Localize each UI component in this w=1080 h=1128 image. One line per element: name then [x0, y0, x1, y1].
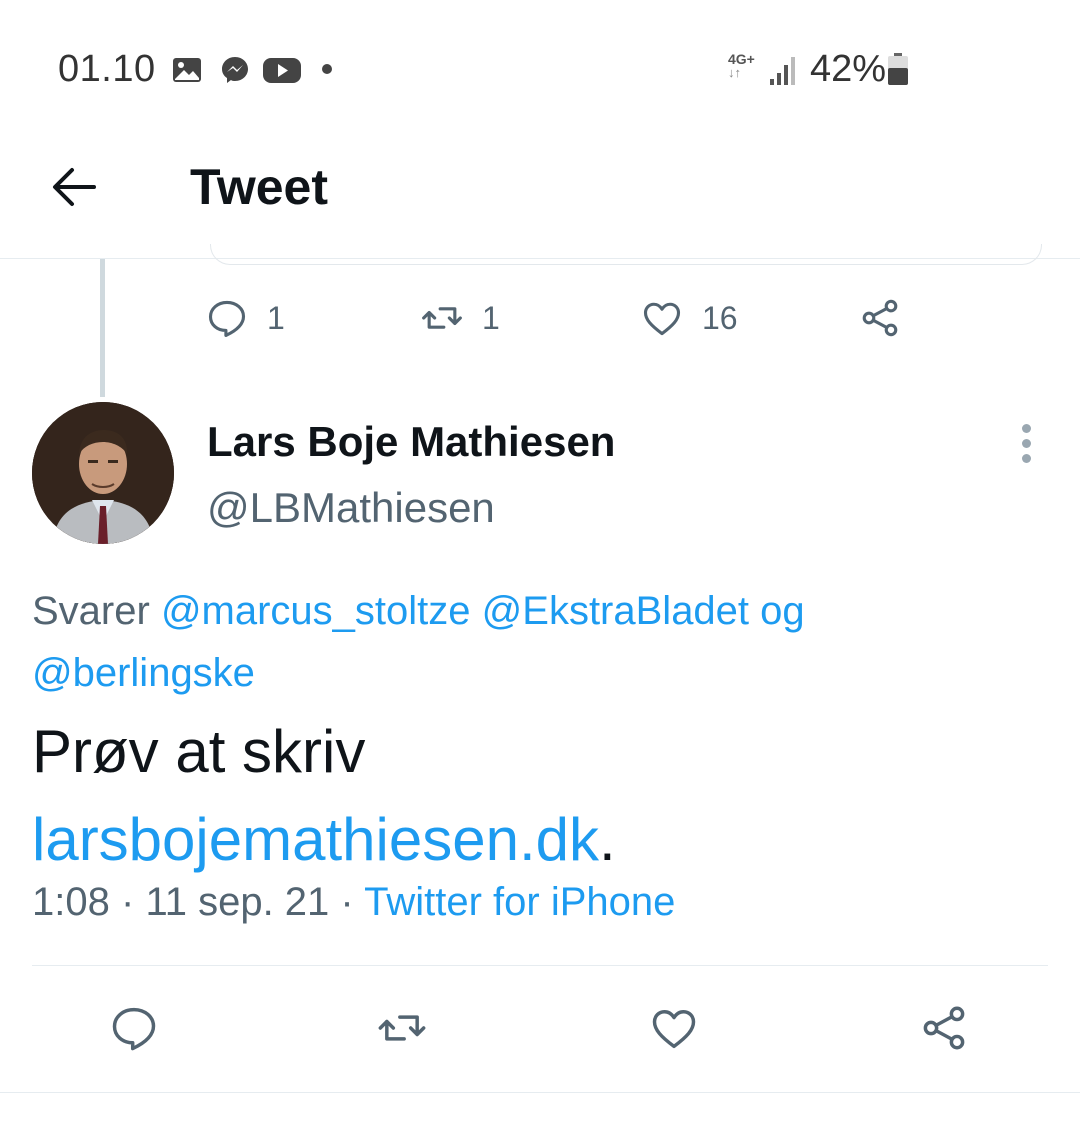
reply-prefix: Svarer: [32, 589, 150, 633]
data-arrows-icon: ↓↑: [728, 65, 741, 80]
battery-percent: 42%: [810, 48, 887, 90]
retweet-count: 1: [482, 299, 500, 336]
tweet-time[interactable]: 1:08: [32, 880, 110, 924]
share-icon[interactable]: [918, 1002, 970, 1054]
network-indicator: 4G+ ↓↑: [728, 52, 755, 80]
notification-dot: [322, 64, 332, 74]
heart-icon[interactable]: [648, 1002, 700, 1054]
quoted-card-edge: [210, 244, 1042, 265]
tweet-link[interactable]: larsbojemathiesen.dk: [32, 806, 599, 873]
reply-action[interactable]: 1: [205, 296, 285, 340]
meta-separator: ·: [340, 880, 354, 924]
tweet-text-suffix: .: [598, 806, 616, 873]
heart-icon: [643, 302, 681, 336]
tweet-source[interactable]: Twitter for iPhone: [364, 880, 675, 924]
arrow-left-icon[interactable]: [50, 164, 96, 210]
battery-icon: [888, 53, 908, 85]
reply-count: 1: [267, 299, 285, 336]
more-options-icon[interactable]: [1018, 424, 1034, 464]
share-icon: [862, 299, 898, 337]
thread-connector: [100, 259, 105, 397]
meta-separator: ·: [120, 880, 135, 924]
messenger-icon: [222, 57, 248, 83]
meta-divider: [32, 965, 1048, 966]
page-title: Tweet: [190, 159, 328, 215]
share-action[interactable]: [858, 296, 902, 340]
bottom-divider: [0, 1092, 1080, 1093]
author-name[interactable]: Lars Boje Mathiesen: [207, 418, 615, 466]
retweet-icon: [422, 307, 462, 329]
reply-icon[interactable]: [108, 1002, 160, 1054]
tweet-meta: 1:08 · 11 sep. 21 · Twitter for iPhone: [32, 880, 675, 925]
tweet-date[interactable]: 11 sep. 21: [145, 880, 329, 924]
avatar[interactable]: [32, 402, 174, 544]
author-handle[interactable]: @LBMathiesen: [207, 484, 495, 532]
like-action[interactable]: 16: [640, 296, 738, 340]
youtube-icon: [263, 58, 301, 83]
reply-connector: og: [760, 589, 805, 633]
tweet-text: Prøv at skriv larsbojemathiesen.dk.: [32, 708, 1052, 884]
reply-icon: [208, 300, 246, 337]
mention-link[interactable]: @berlingske: [32, 651, 255, 695]
status-time: 01.10: [58, 48, 156, 90]
signal-icon: [770, 57, 795, 85]
gallery-icon: [173, 58, 201, 82]
mention-link[interactable]: @marcus_stoltze: [161, 589, 471, 633]
reply-context: Svarer @marcus_stoltze @EkstraBladet og …: [32, 580, 1032, 704]
mention-link[interactable]: @EkstraBladet: [482, 589, 749, 633]
like-count: 16: [702, 299, 738, 336]
retweet-icon[interactable]: [376, 1002, 428, 1054]
network-type: 4G+: [728, 51, 755, 67]
retweet-action[interactable]: 1: [420, 296, 500, 340]
tweet-text-body: Prøv at skriv: [32, 718, 366, 785]
